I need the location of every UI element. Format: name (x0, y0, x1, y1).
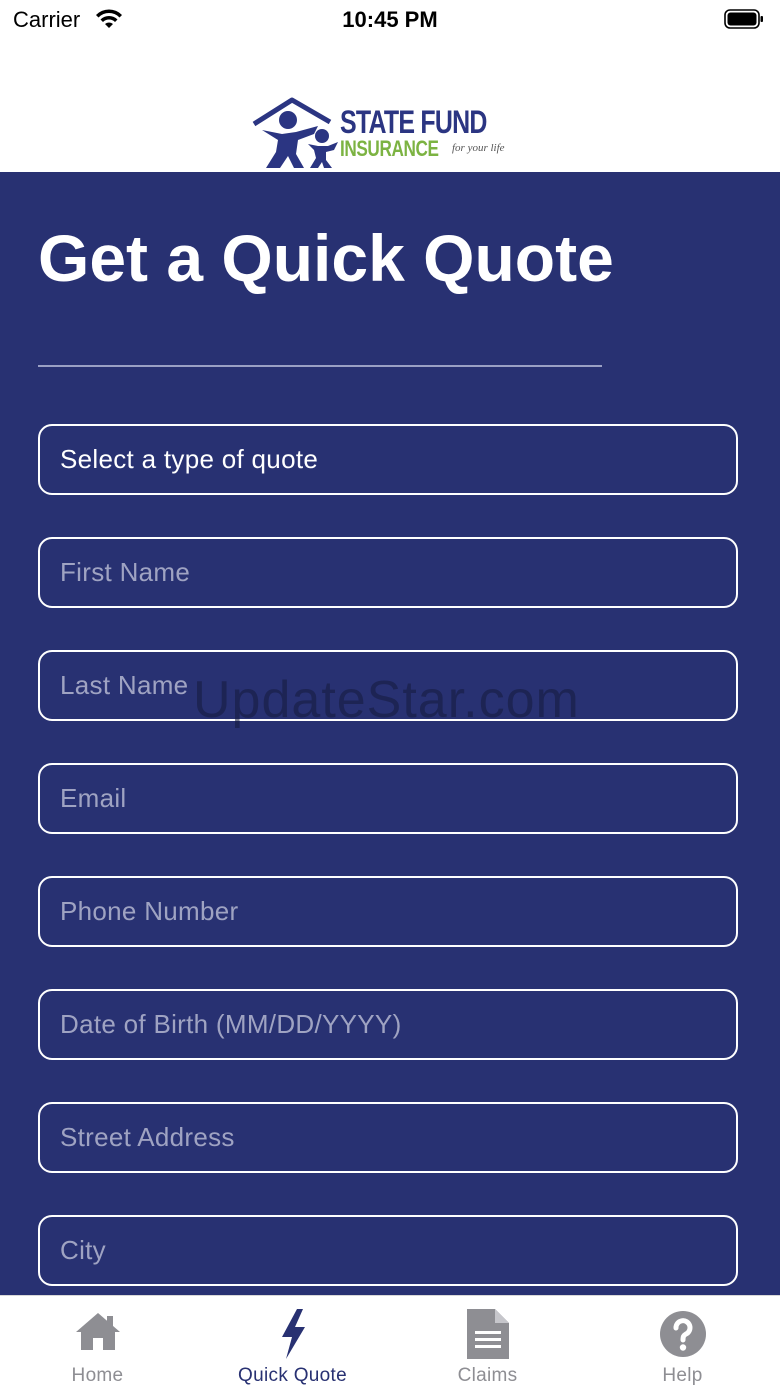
page-title: Get a Quick Quote (38, 221, 614, 295)
tab-help-label: Help (662, 1365, 703, 1386)
first-name-field[interactable]: First Name (38, 537, 738, 608)
tab-claims[interactable]: Claims (390, 1296, 585, 1388)
city-field[interactable]: City (38, 1215, 738, 1286)
tab-help[interactable]: Help (585, 1296, 780, 1388)
status-time: 10:45 PM (342, 7, 438, 32)
first-name-placeholder: First Name (60, 557, 191, 587)
phone-number-placeholder: Phone Number (60, 896, 239, 926)
lightning-bolt-icon (281, 1309, 305, 1359)
tab-home-label: Home (71, 1365, 124, 1386)
street-address-field[interactable]: Street Address (38, 1102, 738, 1173)
document-icon (466, 1309, 509, 1359)
logo-tagline: for your life (452, 142, 505, 154)
street-address-placeholder: Street Address (60, 1122, 235, 1152)
email-field[interactable]: Email (38, 763, 738, 834)
logo-subtitle: INSURANCE (340, 136, 439, 161)
quote-type-select[interactable]: Select a type of quote (38, 424, 738, 495)
tab-claims-label: Claims (457, 1365, 518, 1386)
logo-family-icon (252, 97, 338, 168)
date-of-birth-field[interactable]: Date of Birth (MM/DD/YYYY) (38, 989, 738, 1060)
app-header: STATE FUND INSURANCE for your life (0, 40, 780, 172)
watermark: UpdateStar.com (193, 671, 580, 729)
tab-bar: Home Quick Quote Claims Help (0, 1295, 780, 1388)
tab-quick-quote[interactable]: Quick Quote (195, 1296, 390, 1388)
home-icon (75, 1313, 120, 1350)
email-placeholder: Email (60, 783, 127, 813)
phone-number-field[interactable]: Phone Number (38, 876, 738, 947)
date-of-birth-placeholder: Date of Birth (MM/DD/YYYY) (60, 1009, 402, 1039)
quick-quote-form: Get a Quick Quote Select a type of quote… (0, 172, 780, 1295)
tab-home[interactable]: Home (0, 1296, 195, 1388)
title-divider (38, 365, 602, 367)
quote-type-value: Select a type of quote (60, 444, 319, 474)
status-bar: Carrier 10:45 PM (0, 0, 780, 40)
battery-icon (724, 9, 763, 29)
last-name-placeholder: Last Name (60, 670, 189, 700)
tab-quick-quote-label: Quick Quote (238, 1365, 347, 1386)
brand-logo: STATE FUND INSURANCE for your life (252, 96, 505, 170)
help-circle-icon (659, 1311, 706, 1357)
city-placeholder: City (60, 1235, 106, 1265)
